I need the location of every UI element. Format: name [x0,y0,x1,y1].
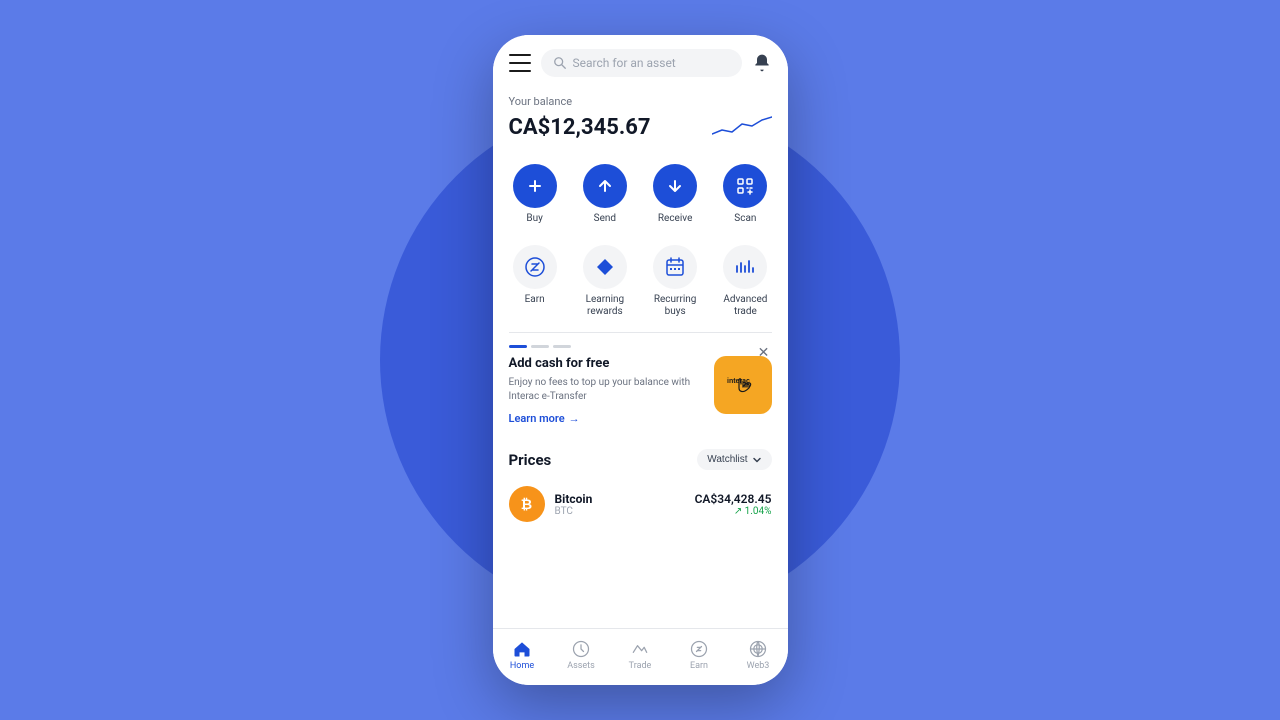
bitcoin-row[interactable]: ₿ Bitcoin BTC CA$34,428.45 ↗ 1.04% [509,480,772,528]
nav-trade[interactable]: Trade [611,635,670,675]
nav-earn[interactable]: Earn [670,635,729,675]
assets-nav-label: Assets [567,661,595,671]
earn-label: Earn [525,294,545,306]
prices-section: Prices Watchlist ₿ Bitcoin BTC CA$34,428… [493,439,788,628]
home-nav-label: Home [510,661,534,671]
send-icon [596,177,614,195]
interac-logo: interac [714,356,772,414]
diamond-icon [594,256,616,278]
menu-button[interactable] [509,54,531,72]
chevron-down-icon [752,455,762,465]
learning-label: Learning rewards [573,294,637,318]
actions-grid-row2: Earn Learning rewards [493,239,788,332]
recurring-label: Recurring buys [643,294,707,318]
receive-icon [666,177,684,195]
earn-button[interactable]: Earn [501,239,569,324]
bitcoin-ticker: BTC [555,506,685,517]
earn-icon [524,256,546,278]
promo-learn-more-link[interactable]: Learn more → [509,412,704,425]
send-icon-circle [583,164,627,208]
earn-nav-label: Earn [690,661,708,671]
bitcoin-price: CA$34,428.45 [695,492,772,506]
learn-more-text: Learn more [509,412,565,425]
advanced-label: Advanced trade [713,294,777,318]
scan-label: Scan [734,213,756,225]
recurring-buys-button[interactable]: Recurring buys [641,239,709,324]
prices-title: Prices [509,451,552,469]
web3-nav-icon [748,639,768,659]
promo-card: ✕ Add cash for free Enjoy no fees to top… [493,333,788,439]
earn-icon-circle [513,245,557,289]
promo-dot-3 [553,345,571,348]
send-label: Send [594,213,616,225]
buy-button[interactable]: Buy [501,158,569,231]
watchlist-button[interactable]: Watchlist [697,449,771,470]
nav-web3[interactable]: Web3 [729,635,788,675]
balance-amount: CA$12,345.67 [509,115,651,140]
promo-dot-2 [531,345,549,348]
advanced-icon-circle [723,245,767,289]
scan-icon-circle [723,164,767,208]
arrow-right-icon: → [569,412,580,425]
learning-icon-circle [583,245,627,289]
bottom-nav: Home Assets Trade [493,628,788,685]
balance-section: Your balance CA$12,345.67 [493,87,788,154]
prices-header: Prices Watchlist [509,449,772,470]
actions-grid-row1: Buy Send Receive [493,154,788,239]
trade-nav-label: Trade [629,661,652,671]
receive-icon-circle [653,164,697,208]
web3-nav-label: Web3 [747,661,770,671]
bitcoin-name: Bitcoin [555,492,685,506]
nav-assets[interactable]: Assets [552,635,611,675]
nav-home[interactable]: Home [493,635,552,675]
bitcoin-info: Bitcoin BTC [555,492,685,517]
phone-frame: Search for an asset Your balance CA$12,3… [493,35,788,685]
watchlist-label: Watchlist [707,454,747,465]
promo-pagination [509,345,772,348]
scan-button[interactable]: Scan [711,158,779,231]
promo-title: Add cash for free [509,356,704,371]
buy-icon-circle [513,164,557,208]
search-placeholder: Search for an asset [573,56,676,70]
calendar-icon [664,256,686,278]
bitcoin-price-col: CA$34,428.45 ↗ 1.04% [695,492,772,517]
send-button[interactable]: Send [571,158,639,231]
receive-button[interactable]: Receive [641,158,709,231]
balance-label: Your balance [509,95,772,108]
earn-nav-icon [689,639,709,659]
promo-content: Add cash for free Enjoy no fees to top u… [509,356,772,425]
search-bar[interactable]: Search for an asset [541,49,742,77]
search-icon [553,56,567,70]
promo-description: Enjoy no fees to top up your balance wit… [509,376,704,404]
trade-nav-icon [630,639,650,659]
home-nav-icon [512,639,532,659]
scan-icon [736,177,754,195]
notification-bell-icon[interactable] [752,53,772,73]
learning-rewards-button[interactable]: Learning rewards [571,239,639,324]
promo-dot-1 [509,345,527,348]
bitcoin-icon: ₿ [509,486,545,522]
plus-icon [526,177,544,195]
sparkline-chart [712,112,772,142]
advanced-trade-button[interactable]: Advanced trade [711,239,779,324]
bitcoin-change: ↗ 1.04% [695,506,772,517]
assets-nav-icon [571,639,591,659]
advanced-trade-icon [734,256,756,278]
promo-text: Add cash for free Enjoy no fees to top u… [509,356,704,425]
buy-label: Buy [526,213,542,225]
promo-close-button[interactable]: ✕ [754,343,774,363]
receive-label: Receive [658,213,693,225]
interac-symbol: interac [723,365,763,405]
header: Search for an asset [493,35,788,87]
recurring-icon-circle [653,245,697,289]
